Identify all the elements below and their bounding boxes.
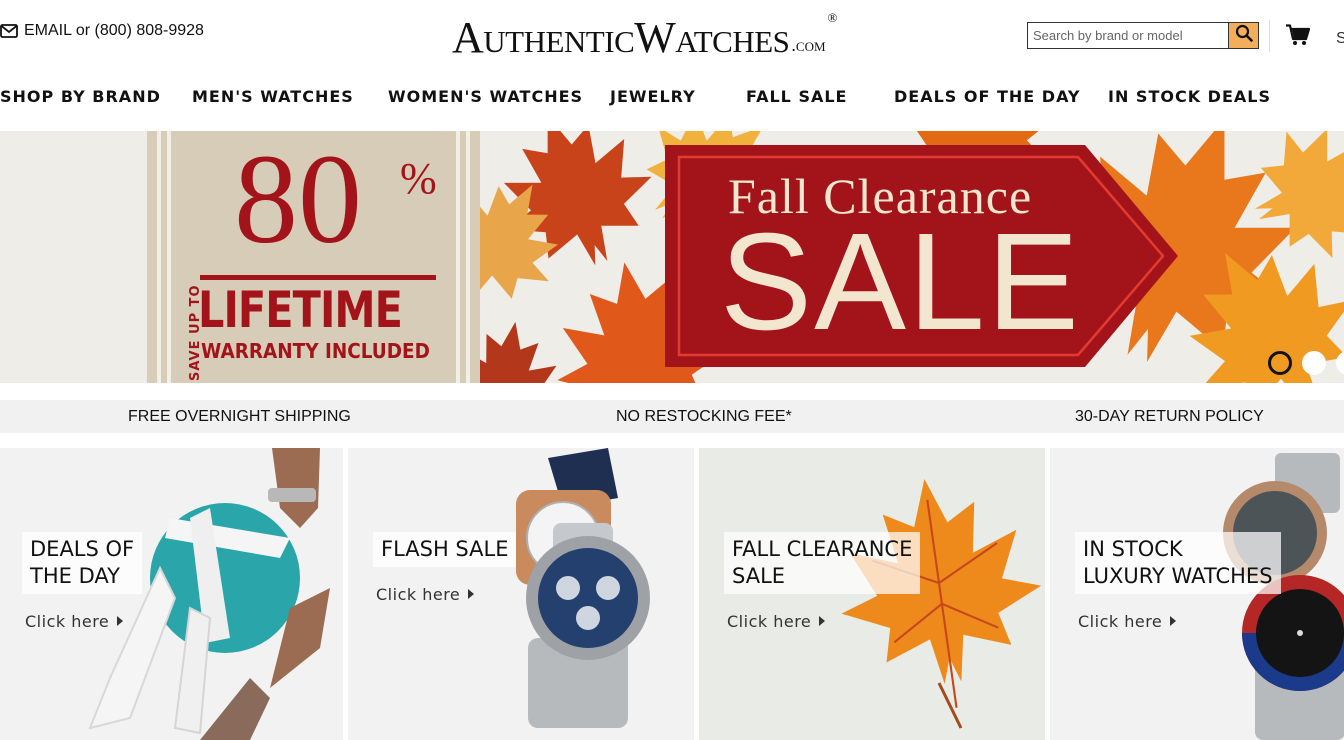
site-logo[interactable]: AuthenticWatches .com ® — [452, 6, 837, 60]
tile-title-line2: LUXURY WATCHES — [1083, 564, 1273, 588]
carousel-dot-2[interactable] — [1302, 351, 1326, 375]
logo-registered-mark: ® — [827, 10, 838, 25]
tile-title: DEALS OF THE DAY — [22, 532, 143, 594]
tile-cta-label: Click here — [1078, 612, 1163, 631]
benefit-free-shipping: FREE OVERNIGHT SHIPPING — [128, 408, 351, 425]
tile-title-line1: DEALS OF — [30, 537, 135, 561]
site-header: EMAIL or (800) 808-9928 AuthenticWatches… — [0, 0, 1344, 70]
promo-stripe — [456, 131, 460, 383]
tile-title: FLASH SALE — [373, 532, 517, 567]
carousel-dots — [1268, 351, 1344, 375]
nav-deals-of-the-day[interactable]: DEALS OF THE DAY — [894, 87, 1081, 106]
tile-title-line1: FALL CLEARANCE — [732, 537, 913, 561]
luxury-watches-image — [1050, 448, 1344, 740]
search-bar — [1027, 22, 1259, 49]
tile-cta-label: Click here — [727, 612, 812, 631]
nav-womens-watches[interactable]: WOMEN'S WATCHES — [388, 87, 583, 106]
tile-flash-sale[interactable]: FLASH SALE Click here — [348, 448, 694, 740]
tile-title-line2: SALE — [732, 564, 786, 588]
magnifier-icon — [1235, 24, 1253, 47]
caret-right-icon — [1170, 616, 1177, 626]
tile-in-stock-luxury-watches[interactable]: IN STOCK LUXURY WATCHES Click here — [1050, 448, 1344, 740]
search-button[interactable] — [1228, 23, 1258, 48]
percent-sign: % — [400, 154, 437, 203]
benefit-no-restocking: NO RESTOCKING FEE* — [616, 408, 792, 425]
caret-right-icon — [819, 616, 826, 626]
tile-title-line1: FLASH SALE — [381, 537, 509, 561]
envelope-icon — [0, 24, 18, 38]
promo-stripe — [157, 131, 161, 383]
nav-fall-sale[interactable]: FALL SALE — [746, 87, 847, 106]
tile-deals-of-the-day[interactable]: DEALS OF THE DAY Click here — [0, 448, 343, 740]
tile-cta[interactable]: Click here — [727, 612, 826, 631]
maple-leaf-image — [699, 448, 1045, 740]
header-divider — [1269, 20, 1270, 52]
nav-jewelry[interactable]: JEWELRY — [610, 87, 696, 106]
tile-cta-label: Click here — [25, 612, 110, 631]
tile-fall-clearance-sale[interactable]: FALL CLEARANCE SALE Click here — [699, 448, 1045, 740]
warranty-text: WARRANTY INCLUDED — [201, 339, 430, 363]
search-input[interactable] — [1028, 23, 1228, 48]
hero-sale-text: SALE — [720, 205, 1081, 359]
nav-in-stock-deals[interactable]: IN STOCK DEALS — [1108, 87, 1271, 106]
shopping-cart-icon — [1286, 24, 1311, 50]
tile-cta-label: Click here — [376, 585, 461, 604]
tile-title-line1: IN STOCK — [1083, 537, 1183, 561]
nav-mens-watches[interactable]: MEN'S WATCHES — [192, 87, 354, 106]
tile-title-line2: THE DAY — [30, 564, 120, 588]
logo-domain: .com — [791, 35, 826, 55]
tile-cta[interactable]: Click here — [1078, 612, 1177, 631]
main-nav: SHOP BY BRAND MEN'S WATCHES WOMEN'S WATC… — [0, 80, 1344, 114]
tile-cta[interactable]: Click here — [376, 585, 475, 604]
gift-box-image — [0, 448, 343, 740]
caret-right-icon — [468, 589, 475, 599]
account-link-partial[interactable]: S — [1336, 30, 1344, 48]
lifetime-text: LIFETIME — [198, 281, 403, 339]
tile-title: IN STOCK LUXURY WATCHES — [1075, 532, 1281, 594]
caret-right-icon — [117, 616, 124, 626]
hero-banner[interactable]: SAVE UP TO 80 % LIFETIME WARRANTY INCLUD… — [0, 131, 1344, 383]
benefits-strip: FREE OVERNIGHT SHIPPING NO RESTOCKING FE… — [0, 400, 1344, 433]
tile-title: FALL CLEARANCE SALE — [724, 532, 921, 594]
benefit-return-policy: 30-DAY RETURN POLICY — [1075, 408, 1264, 425]
logo-wordmark: AuthenticWatches — [452, 13, 790, 62]
promo-stripe — [466, 131, 470, 383]
promo-stripe — [167, 131, 171, 383]
carousel-dot-1[interactable] — [1268, 351, 1292, 375]
discount-percent: 80 — [234, 131, 362, 270]
carousel-dot-3[interactable] — [1336, 351, 1344, 375]
tile-cta[interactable]: Click here — [25, 612, 124, 631]
promo-divider — [200, 275, 436, 280]
contact-link[interactable]: EMAIL or (800) 808-9928 — [0, 22, 204, 40]
nav-shop-by-brand[interactable]: SHOP BY BRAND — [0, 87, 161, 106]
cart-button[interactable] — [1286, 24, 1311, 51]
contact-text: EMAIL or (800) 808-9928 — [24, 22, 204, 39]
